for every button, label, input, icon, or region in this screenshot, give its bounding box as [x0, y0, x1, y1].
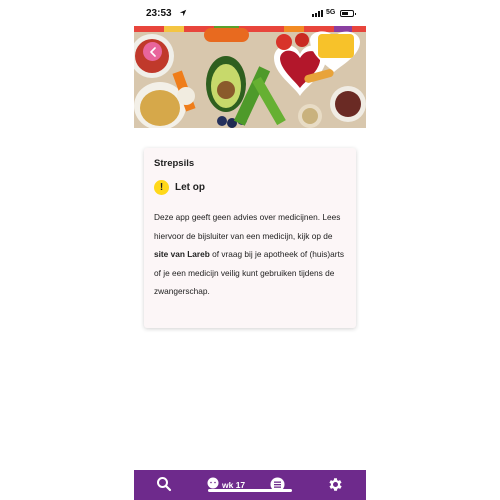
network-type: 5G [326, 9, 336, 16]
food-image [134, 26, 366, 128]
status-bar: 23:53 5G [134, 0, 366, 26]
warning-row: ! Let op [154, 180, 346, 195]
battery-icon [340, 10, 356, 17]
warning-label: Let op [175, 182, 205, 193]
lareb-link[interactable]: site van Lareb [154, 249, 210, 259]
chevron-left-icon [149, 46, 156, 57]
card-title: Strepsils [154, 158, 195, 169]
nav-pregnancy[interactable] [206, 477, 220, 498]
location-arrow-icon [179, 9, 187, 17]
gear-icon [329, 478, 342, 491]
search-icon [157, 477, 172, 492]
bottom-navigation: wk 17 [134, 470, 366, 500]
body-text-part-1: Deze app geeft geen advies over medicijn… [154, 212, 341, 241]
status-time: 23:53 [146, 8, 172, 19]
warning-icon: ! [154, 180, 169, 195]
hero-image [134, 26, 366, 128]
home-indicator [208, 489, 292, 492]
nav-list[interactable] [270, 477, 285, 497]
nav-settings[interactable] [327, 476, 344, 498]
nav-search[interactable] [156, 476, 172, 497]
medicine-info-card: Strepsils ! Let op Deze app geeft geen a… [144, 148, 356, 328]
phone-screen: 23:53 5G Strepsils ! Let op Deze app gee… [134, 0, 366, 500]
back-button[interactable] [143, 42, 162, 61]
card-body-text: Deze app geeft geen advies over medicijn… [154, 208, 346, 301]
